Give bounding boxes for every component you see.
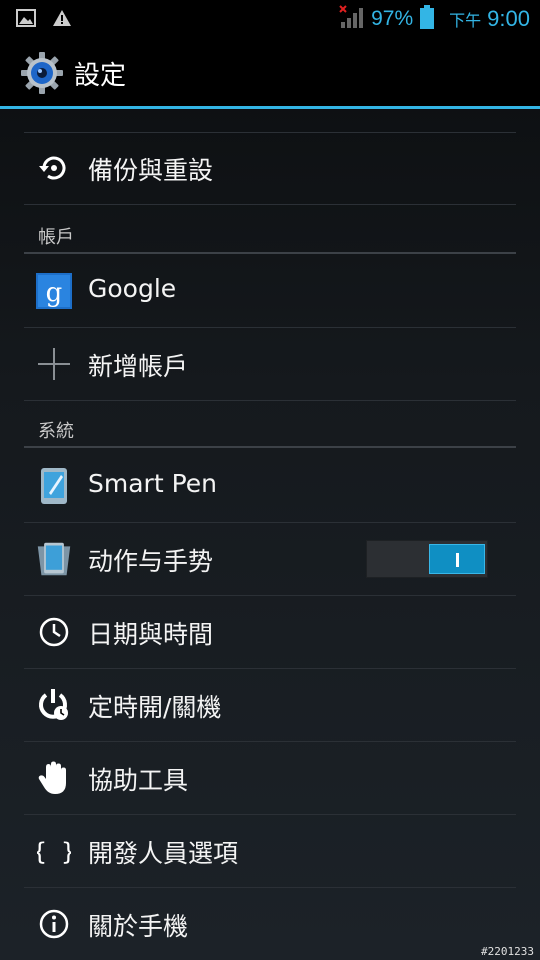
settings-item-label: 協助工具 bbox=[88, 766, 189, 795]
settings-item-developer[interactable]: { } 開發人員選項 bbox=[24, 815, 516, 888]
backup-restore-icon bbox=[36, 150, 72, 186]
google-icon: g bbox=[36, 273, 72, 309]
motion-toggle-switch[interactable] bbox=[366, 540, 488, 578]
settings-item-label: 定時開/關機 bbox=[88, 693, 222, 722]
svg-text:{ }: { } bbox=[37, 838, 71, 866]
settings-item-label: 關於手機 bbox=[88, 912, 189, 941]
settings-item-label: 備份與重設 bbox=[88, 156, 214, 185]
settings-item-label: 開發人員選項 bbox=[88, 839, 239, 868]
section-header-accounts: 帳戶 bbox=[24, 216, 516, 254]
watermark-text: #2201233 bbox=[481, 945, 534, 958]
section-header-label: 帳戶 bbox=[38, 227, 74, 248]
clock-icon bbox=[36, 614, 72, 650]
status-bar: 97% 下午 9:00 bbox=[0, 0, 540, 38]
svg-text:g: g bbox=[46, 278, 63, 308]
section-header-label: 系統 bbox=[38, 421, 74, 442]
action-bar-divider bbox=[0, 106, 540, 109]
status-ampm: 下午 bbox=[449, 11, 482, 30]
battery-icon bbox=[419, 4, 435, 34]
page-title: 設定 bbox=[74, 61, 127, 91]
motion-phone-icon bbox=[36, 541, 72, 577]
warning-icon bbox=[52, 9, 72, 31]
schedule-power-icon bbox=[36, 687, 72, 723]
hand-icon bbox=[36, 760, 72, 796]
settings-item-schedule-power[interactable]: 定時開/關機 bbox=[24, 669, 516, 742]
settings-item-motion[interactable]: 动作与手势 bbox=[24, 523, 516, 596]
no-signal-icon bbox=[339, 4, 365, 34]
settings-item-label: 日期與時間 bbox=[88, 620, 214, 649]
info-icon bbox=[36, 906, 72, 942]
battery-percent: 97% bbox=[371, 7, 414, 30]
image-notification-icon bbox=[16, 9, 36, 31]
settings-item-backup[interactable]: 備份與重設 bbox=[24, 132, 516, 205]
settings-gear-icon[interactable] bbox=[20, 51, 64, 99]
settings-item-about[interactable]: 關於手機 bbox=[24, 888, 516, 960]
section-header-system: 系統 bbox=[24, 410, 516, 448]
settings-item-label: Smart Pen bbox=[88, 469, 217, 498]
toggle-knob-on bbox=[429, 544, 485, 574]
smart-pen-icon bbox=[36, 468, 72, 504]
settings-item-smart-pen[interactable]: Smart Pen bbox=[24, 450, 516, 523]
settings-item-add-account[interactable]: 新增帳戶 bbox=[24, 328, 516, 401]
action-bar: 設定 bbox=[0, 38, 540, 106]
settings-item-label: 新增帳戶 bbox=[88, 352, 189, 381]
settings-item-accessibility[interactable]: 協助工具 bbox=[24, 742, 516, 815]
settings-item-label: 动作与手势 bbox=[88, 547, 214, 576]
status-time: 9:00 bbox=[487, 6, 530, 31]
settings-item-label: Google bbox=[88, 274, 177, 303]
plus-icon bbox=[36, 346, 72, 382]
braces-icon: { } bbox=[36, 833, 72, 869]
settings-item-google[interactable]: g Google bbox=[24, 255, 516, 328]
settings-item-date-time[interactable]: 日期與時間 bbox=[24, 596, 516, 669]
